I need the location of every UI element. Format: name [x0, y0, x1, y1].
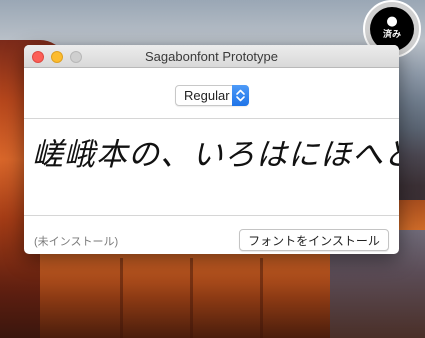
apple-icon: ● [386, 14, 398, 29]
font-preview-text: 嵯峨本の、いろはにほへと。 [32, 137, 399, 173]
cliff-stripe [190, 258, 193, 338]
window-title: Sagabonfont Prototype [145, 49, 278, 64]
divider [24, 215, 399, 216]
cliff-stripe [260, 258, 263, 338]
divider [24, 118, 399, 119]
style-select[interactable]: Regular [175, 85, 249, 106]
app-window: Sagabonfont Prototype Regular 嵯峨本の、いろはにほ… [24, 45, 399, 254]
title-bar[interactable]: Sagabonfont Prototype [24, 45, 399, 68]
install-font-button[interactable]: フォントをインストール [239, 229, 389, 251]
cliff-stripe [120, 258, 123, 338]
style-select-value: Regular [184, 88, 230, 103]
badge-text: 済み [382, 30, 401, 40]
updown-chevron-icon [232, 85, 249, 106]
install-status: (未インストール) [34, 236, 119, 248]
